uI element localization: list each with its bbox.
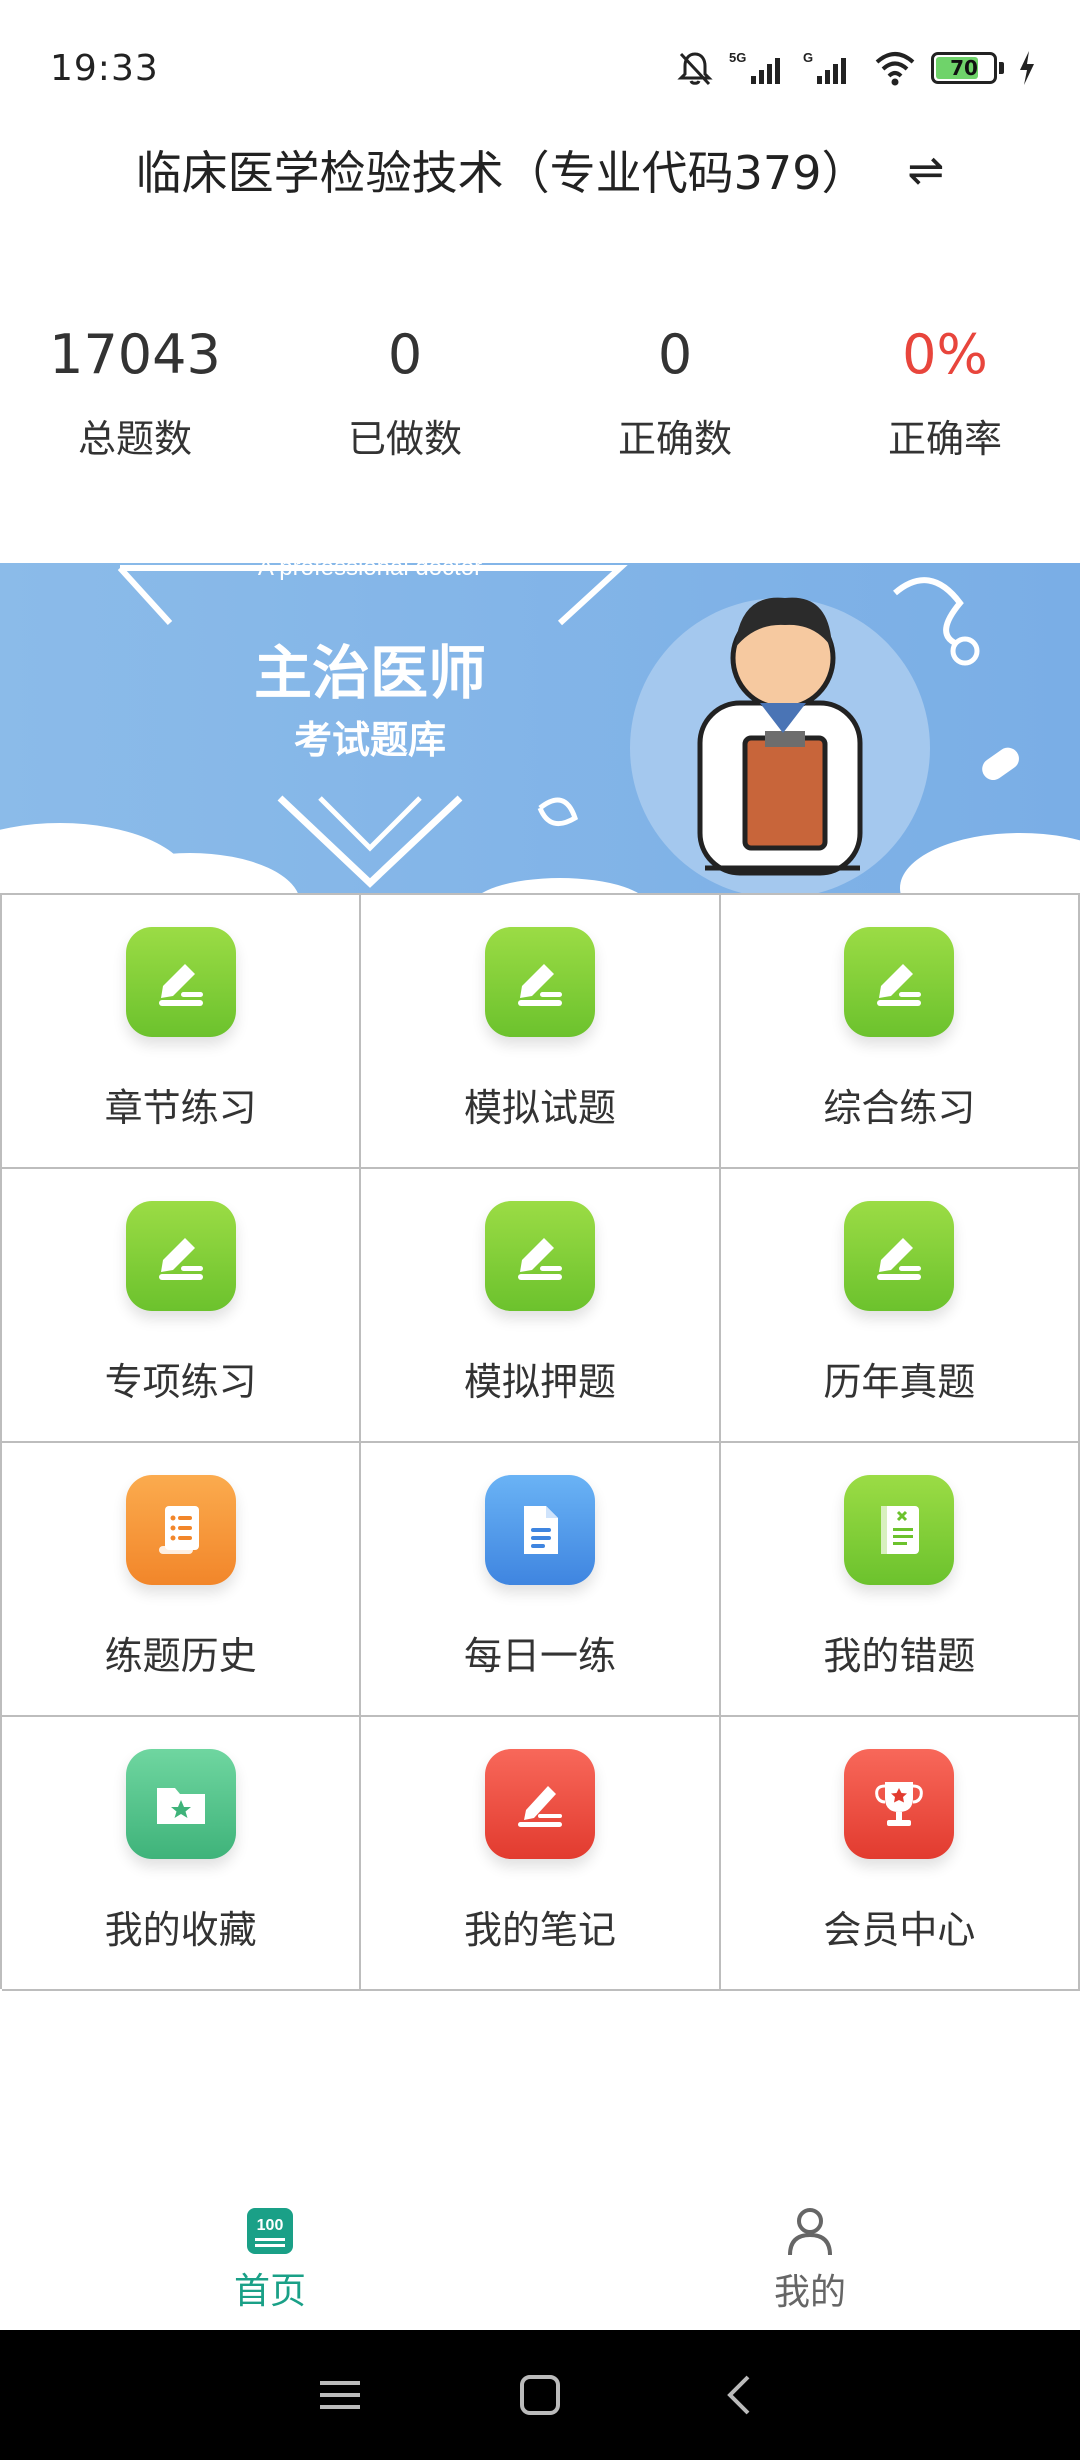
status-icons: 5G G 70 <box>675 48 1036 88</box>
wrong-book-icon <box>844 1475 955 1585</box>
pencil-edit-icon <box>125 927 236 1037</box>
menu-item-label: 我的收藏 <box>104 1908 257 1952</box>
menu-item-my-notes[interactable]: 我的笔记 <box>361 1717 721 1991</box>
system-nav-bar <box>0 2330 1080 2460</box>
menu-item-label: 历年真题 <box>823 1360 976 1404</box>
wifi-icon <box>875 52 915 86</box>
tab-home[interactable]: 100 首页 <box>0 2190 540 2330</box>
menu-item-daily-practice[interactable]: 每日一练 <box>361 1443 721 1717</box>
menu-item-special-practice[interactable]: 专项练习 <box>2 1169 362 1443</box>
menu-item-chapter-practice[interactable]: 章节练习 <box>2 895 362 1169</box>
menu-item-label: 模拟试题 <box>463 1086 616 1130</box>
menu-grid: 章节练习 模拟试题 综合练习 专项练习 模拟押题 历年真题 练题历史 每日一练 … <box>0 893 1080 1991</box>
pencil-edit-icon <box>844 1201 955 1311</box>
stat-total: 17043 总题数 <box>0 310 270 490</box>
mute-bell-icon <box>677 52 713 86</box>
stats-panel: 17043 总题数 0 已做数 0 正确数 0% 正确率 <box>0 310 1080 490</box>
charging-icon <box>1020 51 1034 85</box>
banner-illustration: A professional doctor 主治医师 考试题库 <box>0 563 1080 893</box>
menu-item-label: 我的笔记 <box>463 1908 616 1952</box>
stat-value: 0 <box>387 323 423 386</box>
svg-text:5G: 5G <box>729 50 746 65</box>
pencil-edit-icon <box>844 927 955 1037</box>
user-icon <box>788 2208 832 2256</box>
score-100-icon: 100 <box>247 2208 293 2254</box>
signal-5g-icon: 5G <box>729 50 780 84</box>
svg-text:A professional doctor: A professional doctor <box>258 563 482 581</box>
stat-value: 17043 <box>49 323 221 386</box>
swap-arrows-icon[interactable]: ⇌ <box>907 145 944 196</box>
tab-label: 首页 <box>233 2271 306 2312</box>
svg-text:100: 100 <box>257 2217 284 2234</box>
signal-g-icon: G <box>803 50 846 84</box>
menu-item-label: 会员中心 <box>823 1908 976 1952</box>
stat-label: 正确率 <box>887 417 1002 461</box>
stat-correct: 0 正确数 <box>540 310 810 490</box>
stat-value: 0 <box>657 323 693 386</box>
header: 临床医学检验技术（专业代码379） ⇌ <box>0 130 1080 210</box>
menu-item-label: 每日一练 <box>463 1634 616 1678</box>
menu-item-my-favorites[interactable]: 我的收藏 <box>2 1717 362 1991</box>
menu-item-label: 模拟押题 <box>463 1360 616 1404</box>
menu-lines-icon[interactable] <box>300 2355 380 2435</box>
star-folder-icon <box>125 1749 236 1859</box>
home-square-icon[interactable] <box>500 2355 580 2435</box>
stat-label: 正确数 <box>617 417 732 461</box>
menu-item-label: 我的错题 <box>823 1634 976 1678</box>
battery-icon: 70 <box>931 52 1004 84</box>
svg-text:考试题库: 考试题库 <box>294 718 446 762</box>
menu-item-comprehensive-practice[interactable]: 综合练习 <box>720 895 1080 1169</box>
stat-done: 0 已做数 <box>270 310 540 490</box>
bottom-tab-bar: 100 首页 我的 <box>0 2190 1080 2330</box>
stat-value: 0% <box>902 323 988 386</box>
menu-item-label: 章节练习 <box>104 1086 257 1130</box>
menu-item-predicted-questions[interactable]: 模拟押题 <box>361 1169 721 1443</box>
page-title: 临床医学检验技术（专业代码379） <box>135 146 868 200</box>
menu-item-label: 专项练习 <box>104 1360 257 1404</box>
stat-label: 总题数 <box>77 417 192 461</box>
pencil-edit-icon <box>484 927 595 1037</box>
status-bar: 19:33 5G G 70 <box>0 0 1080 136</box>
tab-label: 我的 <box>773 2272 846 2313</box>
trophy-icon <box>844 1749 955 1859</box>
svg-text:主治医师: 主治医师 <box>254 639 486 707</box>
scroll-list-icon <box>125 1475 236 1585</box>
pencil-edit-icon <box>484 1201 595 1311</box>
back-chevron-icon[interactable] <box>700 2355 780 2435</box>
stat-label: 已做数 <box>347 417 462 461</box>
stat-rate: 0% 正确率 <box>810 310 1080 490</box>
document-icon <box>484 1475 595 1585</box>
menu-item-past-exams[interactable]: 历年真题 <box>720 1169 1080 1443</box>
menu-item-label: 练题历史 <box>104 1634 257 1678</box>
menu-item-vip-center[interactable]: 会员中心 <box>720 1717 1080 1991</box>
pencil-edit-icon <box>125 1201 236 1311</box>
menu-item-my-mistakes[interactable]: 我的错题 <box>720 1443 1080 1717</box>
svg-text:G: G <box>803 50 813 65</box>
menu-item-label: 综合练习 <box>823 1086 976 1130</box>
promo-banner[interactable]: A professional doctor 主治医师 考试题库 <box>0 563 1080 893</box>
tab-me[interactable]: 我的 <box>540 2190 1080 2330</box>
note-pen-icon <box>484 1749 595 1859</box>
menu-item-practice-history[interactable]: 练题历史 <box>2 1443 362 1717</box>
menu-item-mock-questions[interactable]: 模拟试题 <box>361 895 721 1169</box>
status-time: 19:33 <box>50 47 159 89</box>
